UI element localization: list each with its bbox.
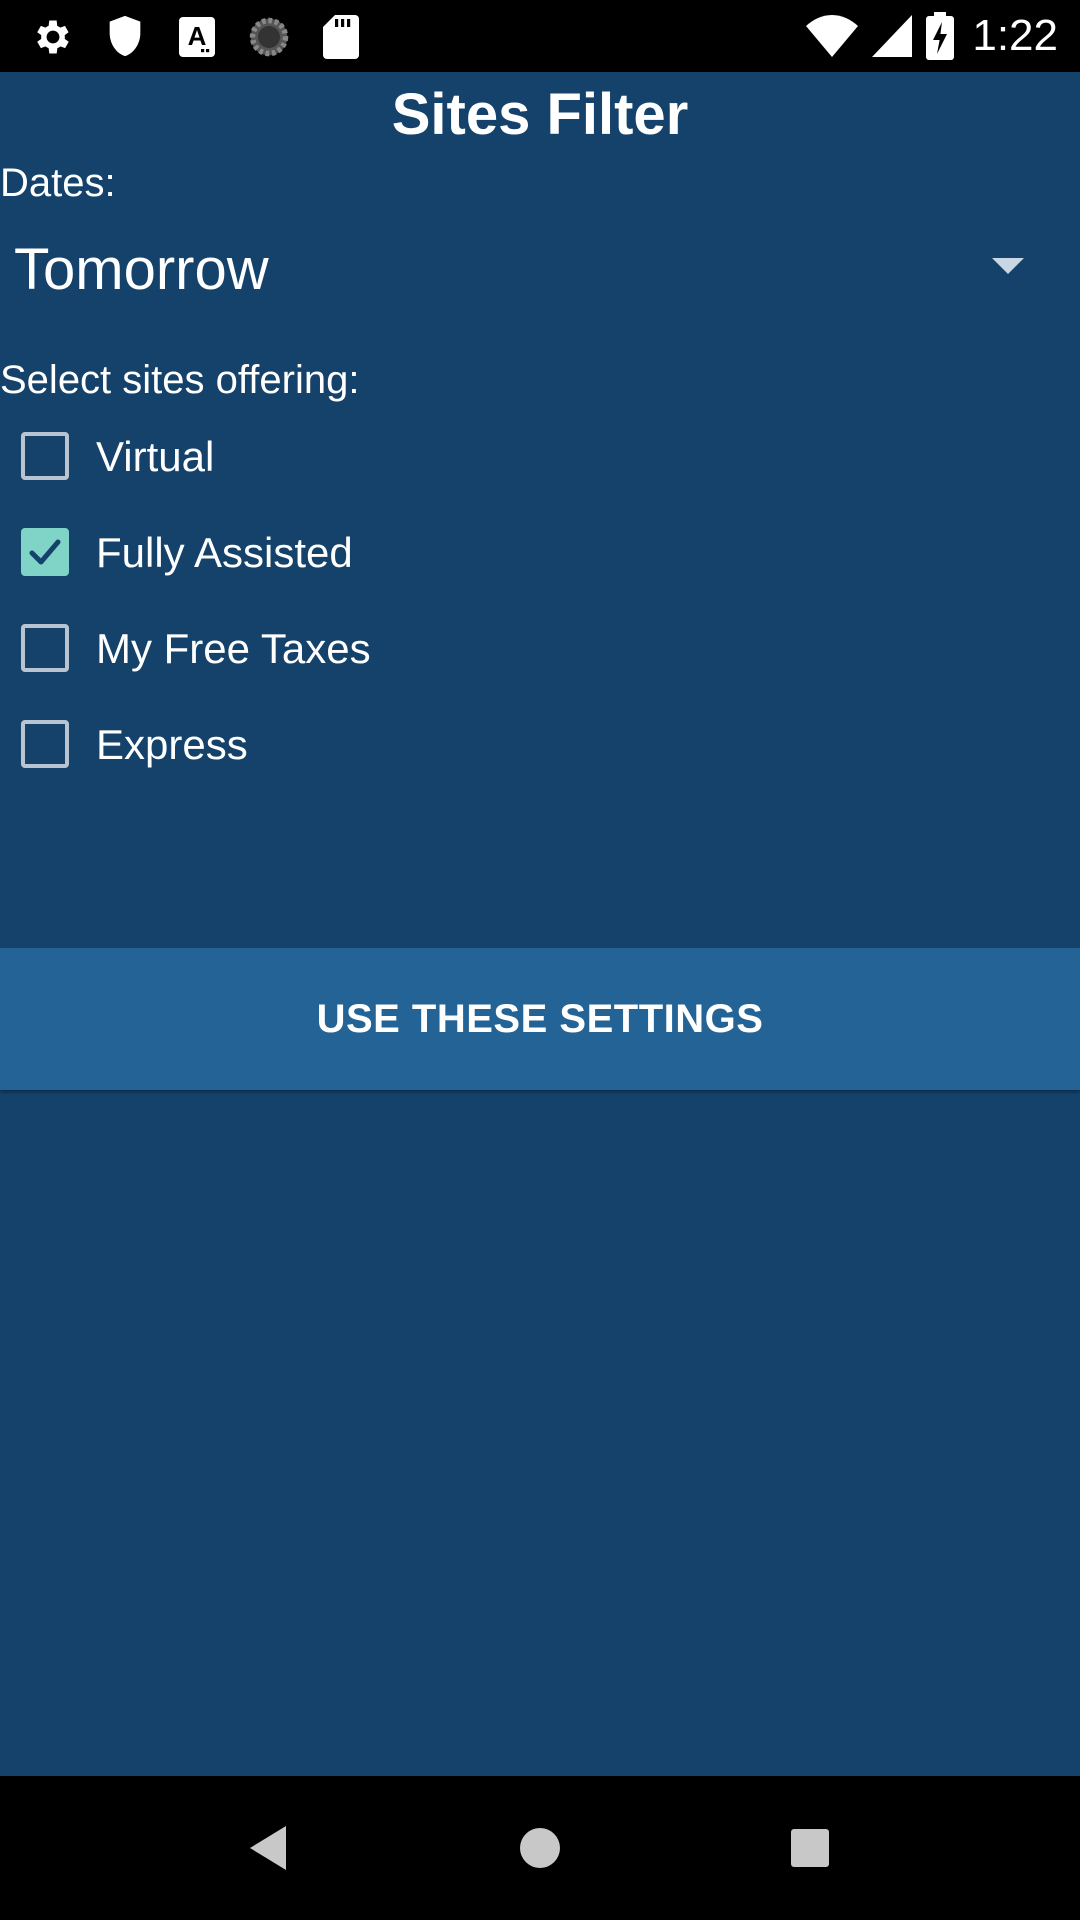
checkbox-my-free-taxes[interactable]: My Free Taxes <box>0 604 1080 694</box>
sites-label: Select sites offering: <box>0 358 360 402</box>
dates-selected-value: Tomorrow <box>14 237 269 302</box>
cell-signal-icon <box>872 15 913 57</box>
dates-label: Dates: <box>0 161 116 205</box>
checkbox-virtual[interactable]: Virtual <box>0 412 1080 502</box>
home-icon[interactable] <box>504 1812 576 1884</box>
shield-icon <box>100 12 150 62</box>
checkbox-fully-assisted[interactable]: Fully Assisted <box>0 508 1080 598</box>
checkbox-unchecked-icon[interactable] <box>21 624 69 672</box>
checkbox-unchecked-icon[interactable] <box>21 432 69 480</box>
checkbox-checked-icon[interactable] <box>21 528 69 576</box>
page-title: Sites Filter <box>391 82 689 147</box>
gear-icon <box>28 12 78 62</box>
checkbox-label: Fully Assisted <box>96 529 353 576</box>
recents-icon[interactable] <box>774 1812 846 1884</box>
checkbox-label: My Free Taxes <box>96 625 371 672</box>
svg-text:A: A <box>188 21 207 51</box>
back-icon[interactable] <box>234 1812 306 1884</box>
status-right-icons: 1:22 <box>806 10 1058 62</box>
checkbox-label: Virtual <box>96 433 215 480</box>
use-these-settings-button[interactable]: USE THESE SETTINGS <box>0 948 1080 1090</box>
checkbox-express[interactable]: Express <box>0 700 1080 790</box>
wifi-icon <box>806 15 859 57</box>
status-bar: A 1:22 <box>0 0 1080 72</box>
sd-card-icon <box>316 12 366 62</box>
status-time: 1:22 <box>972 11 1058 60</box>
status-left-icons: A <box>28 12 388 62</box>
battery-charging-icon <box>926 12 955 60</box>
navigation-bar <box>0 1776 1080 1920</box>
loading-icon <box>244 12 294 62</box>
dropdown-arrow-icon <box>992 258 1024 274</box>
checkbox-label: Express <box>96 721 248 768</box>
checkbox-unchecked-icon[interactable] <box>21 720 69 768</box>
dates-dropdown[interactable]: Tomorrow <box>0 220 1080 320</box>
screen: A 1:22 Sites Filter Dates: Tomorrow Sele… <box>0 0 1080 1920</box>
font-a-icon: A <box>172 12 222 62</box>
